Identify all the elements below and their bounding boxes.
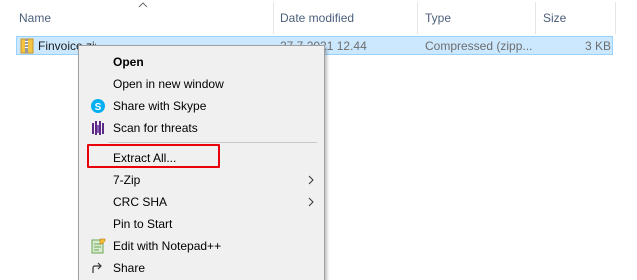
- menu-item-label: Open in new window: [113, 77, 224, 91]
- menu-item-label: Open: [113, 55, 144, 69]
- menu-item-scan-for-threats[interactable]: Scan for threats: [81, 117, 322, 139]
- menu-item-share[interactable]: Share: [81, 257, 322, 279]
- menu-item-label: 7-Zip: [113, 173, 141, 187]
- skype-icon: S: [91, 99, 105, 113]
- sort-ascending-icon: [138, 2, 148, 8]
- menu-item-crc-sha[interactable]: CRC SHA: [81, 191, 322, 213]
- chevron-right-icon: [308, 175, 314, 185]
- file-size: 3 KB: [584, 39, 611, 53]
- zip-folder-icon: [20, 38, 34, 54]
- column-size-header[interactable]: Size: [543, 10, 566, 26]
- menu-item-label: Edit with Notepad++: [113, 239, 222, 253]
- menu-item-label: CRC SHA: [113, 195, 168, 209]
- shield-scan-icon: [92, 121, 104, 135]
- svg-text:S: S: [95, 102, 102, 113]
- column-header-bar: Name Date modified Type Size: [0, 0, 637, 34]
- menu-item-label: Pin to Start: [113, 217, 173, 231]
- menu-item-label: Share: [113, 261, 146, 275]
- column-date-modified-header[interactable]: Date modified: [280, 10, 354, 26]
- file-explorer-view: Name Date modified Type Size Finvoice.zi…: [0, 0, 637, 280]
- column-divider[interactable]: [273, 2, 274, 34]
- share-icon: [92, 262, 102, 273]
- column-divider[interactable]: [615, 2, 616, 34]
- annotation-highlight-box: [87, 144, 220, 168]
- column-type-header[interactable]: Type: [425, 10, 451, 26]
- menu-item-label: Scan for threats: [113, 121, 198, 135]
- column-divider[interactable]: [417, 2, 418, 34]
- menu-separator: [109, 142, 317, 143]
- chevron-right-icon: [308, 197, 314, 207]
- notepad-plus-plus-icon: [91, 238, 106, 254]
- menu-item-pin-to-start[interactable]: Pin to Start: [81, 213, 322, 235]
- menu-item-7-zip[interactable]: 7-Zip: [81, 169, 322, 191]
- menu-item-share-with-skype[interactable]: S Share with Skype: [81, 95, 322, 117]
- column-divider[interactable]: [535, 2, 536, 34]
- file-type: Compressed (zipp...: [425, 39, 533, 53]
- menu-item-edit-with-notepad-plus-plus[interactable]: Edit with Notepad++: [81, 235, 322, 257]
- menu-item-open[interactable]: Open: [81, 51, 322, 73]
- menu-item-open-in-new-window[interactable]: Open in new window: [81, 73, 322, 95]
- menu-item-label: Share with Skype: [113, 99, 207, 113]
- column-name-header[interactable]: Name: [19, 10, 51, 26]
